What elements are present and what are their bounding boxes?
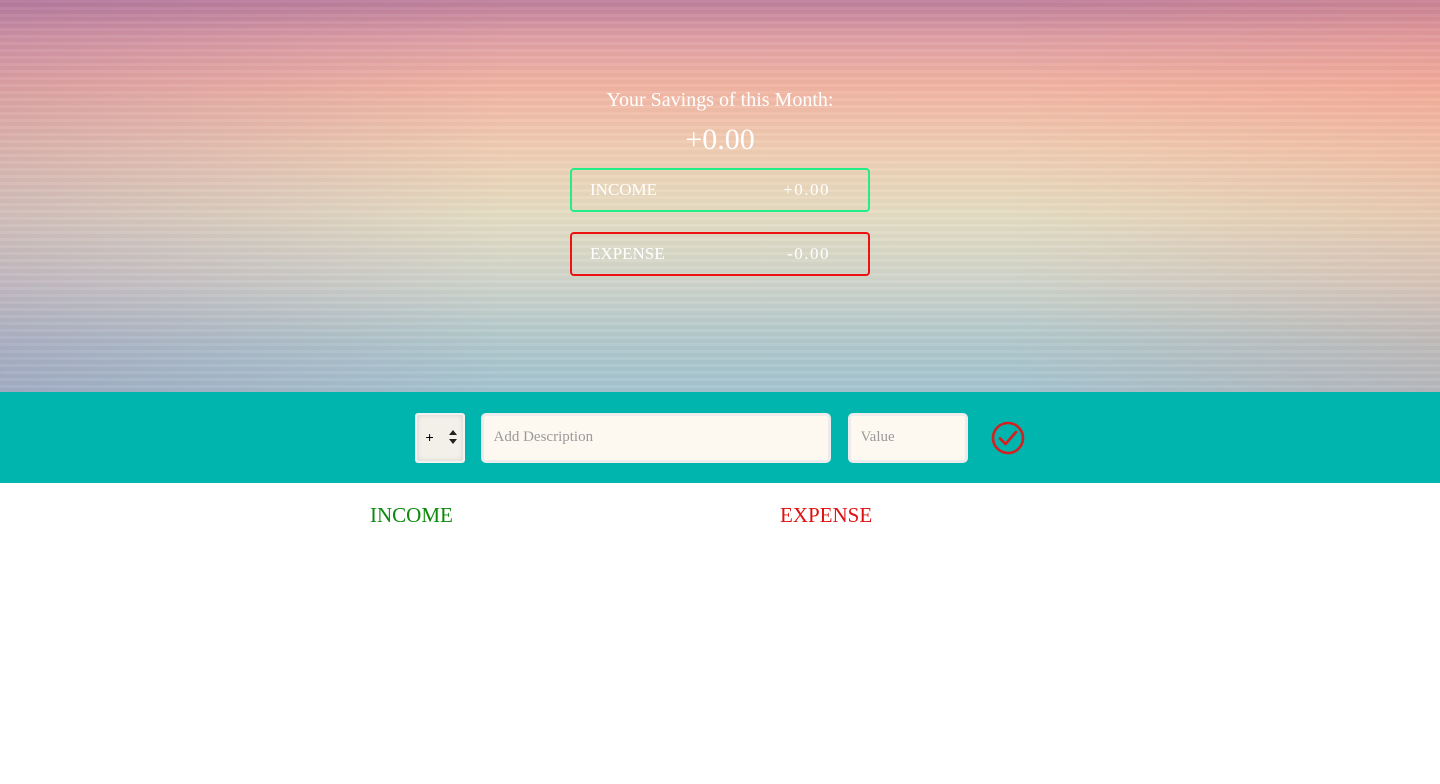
income-summary: INCOME +0.00: [570, 168, 870, 212]
description-input[interactable]: [480, 412, 831, 463]
budget-summary: Your Savings of this Month: +0.00 INCOME…: [570, 0, 870, 276]
entries-lists: INCOME EXPENSE: [0, 483, 1440, 784]
type-select-value: +: [425, 428, 434, 445]
select-arrows-icon: [448, 429, 457, 444]
expense-summary: EXPENSE -0.00: [570, 232, 870, 276]
savings-title: Your Savings of this Month:: [606, 89, 834, 111]
type-select[interactable]: +: [414, 412, 465, 463]
savings-amount: +0.00: [685, 123, 755, 156]
budget-header: Your Savings of this Month: +0.00 INCOME…: [0, 0, 1440, 392]
income-summary-label: INCOME: [590, 180, 658, 199]
income-summary-value: +0.00: [783, 180, 830, 199]
income-list-title: INCOME: [370, 503, 453, 527]
expense-summary-value: -0.00: [787, 244, 830, 263]
check-circle-icon: [991, 421, 1024, 454]
expense-summary-label: EXPENSE: [590, 244, 665, 263]
add-entry-button[interactable]: [990, 420, 1026, 456]
add-entry-bar: +: [0, 392, 1440, 483]
expense-list-title: EXPENSE: [780, 503, 873, 527]
value-input[interactable]: [847, 412, 968, 463]
